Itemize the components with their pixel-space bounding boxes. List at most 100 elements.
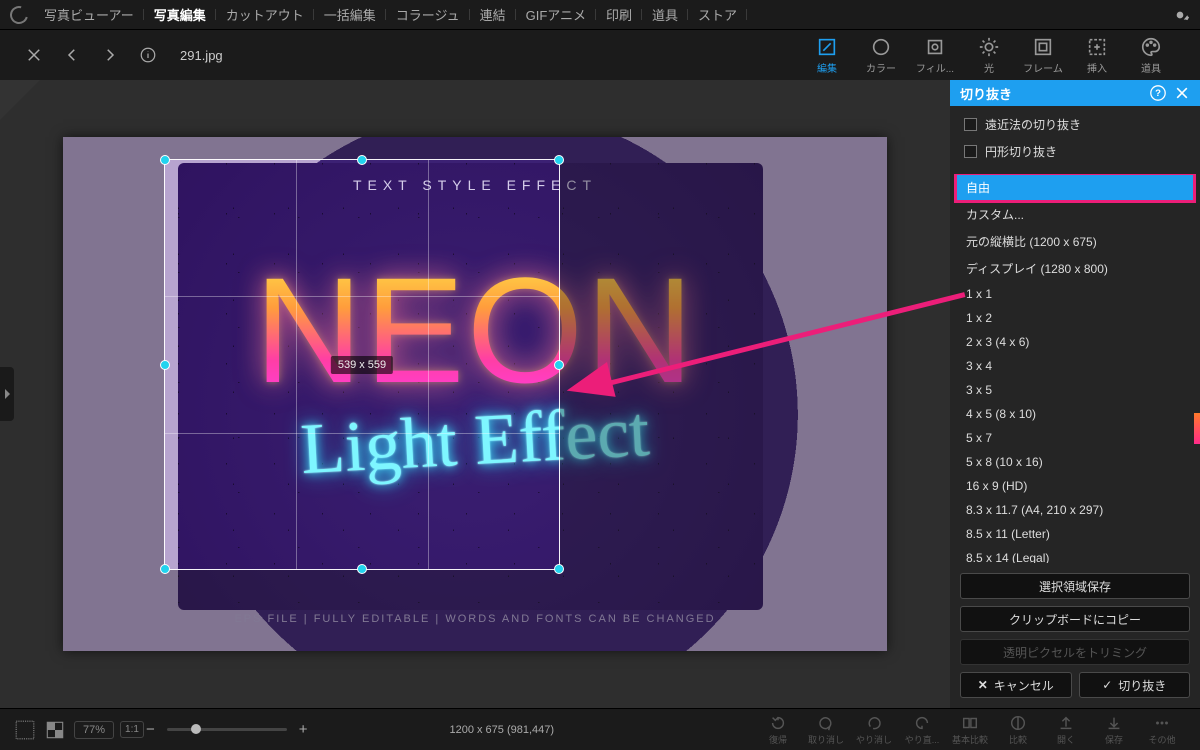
palette-icon [1140, 36, 1162, 58]
crop-handle-br[interactable] [554, 564, 564, 574]
menu-print[interactable]: 印刷 [596, 5, 642, 24]
menu-store[interactable]: ストア [688, 5, 747, 24]
gear-icon[interactable] [1170, 5, 1190, 25]
footer-redo[interactable]: やり消し [850, 714, 898, 746]
zoom-1to1[interactable]: 1:1 [120, 721, 144, 738]
ratio-item[interactable]: 5 x 8 (10 x 16) [956, 450, 1194, 474]
tool-color-label: カラー [866, 60, 896, 75]
ratio-item[interactable]: 1 x 1 [956, 282, 1194, 306]
crop-handle-bl[interactable] [160, 564, 170, 574]
edit-icon [816, 36, 838, 58]
footer-label: やり直... [905, 733, 940, 746]
crop-handle-tr[interactable] [554, 155, 564, 165]
status-bar: 77% 1:1 − + 1200 x 675 (981,447) 復帰 取り消し… [0, 708, 1200, 750]
btn-cancel-label: キャンセル [994, 677, 1054, 694]
ratio-item[interactable]: 1 x 2 [956, 306, 1194, 330]
footer-undo[interactable]: 取り消し [802, 714, 850, 746]
tool-insert[interactable]: 挿入 [1070, 36, 1124, 75]
crop-handle-ml[interactable] [160, 360, 170, 370]
footer-label: 基本比較 [952, 733, 988, 746]
ratio-list[interactable]: 自由 カスタム... 元の縦横比 (1200 x 675) ディスプレイ (12… [950, 174, 1200, 563]
insert-icon [1086, 36, 1108, 58]
ratio-item[interactable]: 3 x 5 [956, 378, 1194, 402]
menu-concat[interactable]: 連結 [470, 5, 516, 24]
tool-edit[interactable]: 編集 [800, 36, 854, 75]
compare2-icon [1009, 714, 1027, 732]
save-icon [1105, 714, 1123, 732]
footer-label: 復帰 [769, 733, 787, 746]
menu-batch[interactable]: 一括編集 [314, 5, 386, 24]
zoom-slider-knob[interactable] [191, 724, 201, 734]
ratio-item[interactable]: 元の縦横比 (1200 x 675) [956, 228, 1194, 255]
tool-color[interactable]: カラー [854, 36, 908, 75]
footer-label: やり消し [856, 733, 892, 746]
crop-selection[interactable]: 539 x 559 [164, 159, 560, 570]
footer-label: その他 [1148, 733, 1175, 746]
btn-cancel[interactable]: ✕ キャンセル [960, 672, 1072, 698]
ratio-item[interactable]: 4 x 5 (8 x 10) [956, 402, 1194, 426]
canvas-area[interactable]: PRO TEXT STYLE EFFECT NEON Light Effect … [0, 80, 950, 708]
prev-icon[interactable] [60, 43, 84, 67]
panel-close-icon[interactable] [1174, 85, 1190, 101]
menu-photo-edit[interactable]: 写真編集 [144, 5, 216, 24]
checkbox-circle-label: 円形切り抜き [985, 143, 1057, 160]
btn-copy-clipboard[interactable]: クリップボードにコピー [960, 606, 1190, 632]
crop-handle-bm[interactable] [357, 564, 367, 574]
ratio-item[interactable]: 8.3 x 11.7 (A4, 210 x 297) [956, 498, 1194, 522]
btn-save-selection[interactable]: 選択領域保存 [960, 573, 1190, 599]
footer-open[interactable]: 開く [1042, 714, 1090, 746]
checkbox-perspective[interactable]: 遠近法の切り抜き [964, 116, 1186, 133]
crop-handle-mr[interactable] [554, 360, 564, 370]
zoom-value[interactable]: 77% [74, 721, 114, 739]
image-canvas[interactable]: TEXT STYLE EFFECT NEON Light Effect EPS … [63, 137, 887, 651]
menu-cutout[interactable]: カットアウト [216, 5, 314, 24]
crop-panel: 切り抜き ? 遠近法の切り抜き 円形切り抜き 自由 カスタム... 元の縦横比 … [950, 80, 1200, 708]
more-icon [1153, 714, 1171, 732]
redo-icon [865, 714, 883, 732]
btn-crop[interactable]: ✓切り抜き [1079, 672, 1191, 698]
redo2-icon [913, 714, 931, 732]
ratio-item[interactable]: 8.5 x 14 (Legal) [956, 546, 1194, 563]
zoom-out-icon[interactable]: − [144, 721, 157, 738]
ratio-item[interactable]: 16 x 9 (HD) [956, 474, 1194, 498]
close-icon[interactable] [22, 43, 46, 67]
grid-icon[interactable] [14, 719, 36, 741]
menu-photo-viewer[interactable]: 写真ビューアー [34, 5, 144, 24]
menu-tools[interactable]: 道具 [642, 5, 688, 24]
crop-handle-tl[interactable] [160, 155, 170, 165]
footer-more[interactable]: その他 [1138, 714, 1186, 746]
tool-frame[interactable]: フレーム [1016, 36, 1070, 75]
x-icon: ✕ [978, 678, 988, 692]
info-icon[interactable] [136, 43, 160, 67]
footer-compare[interactable]: 比較 [994, 714, 1042, 746]
dimensions-label: 1200 x 675 (981,447) [449, 724, 554, 736]
ratio-item[interactable]: カスタム... [956, 201, 1194, 228]
footer-save[interactable]: 保存 [1090, 714, 1138, 746]
help-icon[interactable]: ? [1150, 85, 1166, 101]
ratio-item[interactable]: 2 x 3 (4 x 6) [956, 330, 1194, 354]
ratio-item[interactable]: 5 x 7 [956, 426, 1194, 450]
main-menubar: 写真ビューアー 写真編集 カットアウト 一括編集 コラージュ 連結 GIFアニメ… [0, 0, 1200, 30]
footer-redo2[interactable]: やり直... [898, 714, 946, 746]
footer-label: 保存 [1105, 733, 1123, 746]
zoom-slider[interactable] [167, 728, 287, 731]
checker-icon[interactable] [44, 719, 66, 741]
crop-handle-tm[interactable] [357, 155, 367, 165]
next-icon[interactable] [98, 43, 122, 67]
zoom-in-icon[interactable]: + [297, 721, 310, 738]
menu-collage[interactable]: コラージュ [386, 5, 470, 24]
tool-light-label: 光 [984, 60, 994, 75]
ratio-item[interactable]: ディスプレイ (1280 x 800) [956, 255, 1194, 282]
ratio-item-free[interactable]: 自由 [956, 174, 1194, 201]
footer-compare-basic[interactable]: 基本比較 [946, 714, 994, 746]
menu-gif[interactable]: GIFアニメ [516, 5, 596, 24]
app-logo-icon [7, 2, 32, 27]
tool-light[interactable]: 光 [962, 36, 1016, 75]
expand-left-tab[interactable] [0, 367, 14, 421]
tool-filter[interactable]: フィル... [908, 36, 962, 75]
checkbox-circle[interactable]: 円形切り抜き [964, 143, 1186, 160]
ratio-item[interactable]: 8.5 x 11 (Letter) [956, 522, 1194, 546]
ratio-item[interactable]: 3 x 4 [956, 354, 1194, 378]
footer-revert[interactable]: 復帰 [754, 714, 802, 746]
tool-tools[interactable]: 道具 [1124, 36, 1178, 75]
